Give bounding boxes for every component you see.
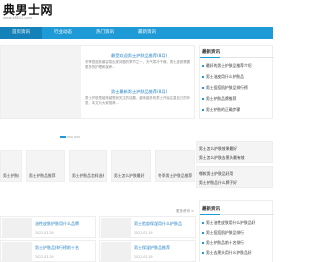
- main-nav: 首页资讯 行业动态 热门资讯 最新资讯: [0, 27, 273, 39]
- featured-text-1: 冬季是皮肤最容易出现问题的季节之一，天气寒冷干燥，男士皮肤需要更多的护理和保养.…: [85, 60, 191, 69]
- list-thumbnail: [2, 242, 32, 262]
- slider-dot[interactable]: [60, 136, 66, 138]
- sidebar-strip[interactable]: 男士怎么护肤效果最好 男士怎么护肤去黑头最有效: [196, 141, 273, 163]
- list-thumbnail: [101, 242, 131, 262]
- list-item-title[interactable]: 男士护肤品排行榜前十名: [35, 245, 95, 251]
- grid-item-label: 男士护肤品怎样选择: [72, 173, 104, 178]
- grid-item-label: 男士护肤品推荐: [29, 173, 56, 178]
- list-thumbnail: [101, 218, 131, 238]
- sidebar-link[interactable]: 男士痘痘肌护肤品排行: [202, 230, 272, 236]
- nav-item-industry[interactable]: 行业动态: [42, 27, 84, 39]
- featured-title-1[interactable]: 最受欢迎男士护肤品推荐(8月): [111, 53, 167, 59]
- strip-link[interactable]: 男士怎么护肤去黑头最有效: [199, 155, 273, 161]
- bullet-icon: [202, 87, 204, 89]
- list-thumbnail: [2, 218, 32, 238]
- sidebar-link[interactable]: 男士油皮用什么护肤品: [202, 74, 272, 80]
- sidebar-strip[interactable]: 哪款男士护肤品好用 男士护肤品什么牌子好: [196, 166, 273, 188]
- featured-image: [1, 46, 81, 118]
- sidebar-divider: [200, 214, 274, 215]
- list-item-title[interactable]: 油性皮肤护肤用什么品牌: [35, 221, 95, 227]
- strip-link[interactable]: 男士护肤品什么牌子好: [199, 180, 273, 186]
- list-item-title[interactable]: 男士保湿护肤品推荐: [134, 245, 195, 251]
- strip-link[interactable]: 哪款男士护肤品好用: [199, 171, 273, 177]
- sidebar-recent-box: 最新资讯 男士油性皮肤用什么护肤品好 男士痘痘肌护肤品排行 男士护肤品前十名排行…: [199, 200, 274, 262]
- article-grid: 男士护肤的必备步骤 男士护肤品推荐 男士护肤品怎样选择 男士怎么护肤最好 冬季男…: [0, 150, 196, 182]
- sidebar-latest-box: 最新资讯 最好的男士护肤品推荐介绍 男士油皮用什么护肤品 男士痘痘肌护肤品排行榜…: [199, 45, 274, 119]
- list-item-date: 2022-03-29: [134, 255, 153, 259]
- bullet-icon: [202, 65, 204, 67]
- grid-item[interactable]: 男士护肤品推荐: [26, 150, 65, 182]
- grid-item-label: 冬季男士护肤品推荐: [158, 173, 192, 178]
- featured-title-2[interactable]: 男士最新男士护肤品推荐(8月): [111, 89, 167, 95]
- sidebar-link[interactable]: 男士护肤的正确步骤: [202, 107, 272, 113]
- sidebar-link[interactable]: 男士护肤品牌推荐: [202, 96, 272, 102]
- nav-item-home[interactable]: 首页资讯: [0, 27, 42, 39]
- grid-item[interactable]: 男士怎么护肤最好: [111, 150, 151, 182]
- bullet-icon: [202, 109, 204, 111]
- list-item[interactable]: 男士脸部保湿用什么护肤品 2022-03-29: [99, 216, 196, 238]
- more-link[interactable]: 更多资讯 >: [176, 209, 194, 214]
- grid-item[interactable]: 男士护肤品怎样选择: [69, 150, 107, 182]
- bullet-icon: [202, 222, 204, 224]
- site-url: www.x8912.com: [3, 16, 32, 20]
- list-item-date: 2022-03-29: [134, 231, 153, 235]
- slider-dot[interactable]: [74, 136, 80, 138]
- slider-dot[interactable]: [67, 136, 73, 138]
- sidebar-link[interactable]: 男士去黑头用什么护肤品好: [202, 250, 272, 256]
- sidebar-link[interactable]: 男士护肤品前十名排行: [202, 240, 272, 246]
- sidebar-link[interactable]: 最好的男士护肤品推荐介绍: [202, 63, 272, 69]
- grid-item-label: 男士怎么护肤最好: [114, 173, 145, 178]
- list-item-date: 2022-03-29: [35, 231, 54, 235]
- strip-link[interactable]: 男士怎么护肤效果最好: [199, 146, 273, 152]
- bullet-icon: [202, 98, 204, 100]
- sidebar-heading: 最新资讯: [202, 207, 220, 212]
- grid-item[interactable]: 冬季男士护肤品推荐: [155, 150, 195, 182]
- sidebar-heading: 最新资讯: [202, 50, 220, 55]
- list-item[interactable]: 油性皮肤护肤用什么品牌 2022-03-29: [0, 216, 96, 238]
- list-item[interactable]: 男士护肤品排行榜前十名 2022-03-29: [0, 240, 96, 262]
- grid-item[interactable]: 男士护肤的必备步骤: [0, 150, 22, 182]
- list-item[interactable]: 男士保湿护肤品推荐 2022-03-29: [99, 240, 196, 262]
- grid-item-label: 男士护肤的必备步骤: [3, 173, 19, 178]
- bullet-icon: [202, 232, 204, 234]
- featured-text-2: 男士护肤是越来越受到关注的话题，越来越多的男士开始注重自己的外表，本文为大家推荐…: [85, 96, 191, 105]
- nav-item-latest[interactable]: 最新资讯: [126, 27, 168, 39]
- featured-slider[interactable]: 最受欢迎男士护肤品推荐(8月) 冬季是皮肤最容易出现问题的季节之一，天气寒冷干燥…: [0, 45, 195, 119]
- sidebar-link[interactable]: 男士痘痘肌护肤品排行榜: [202, 85, 272, 91]
- bullet-icon: [202, 76, 204, 78]
- bullet-icon: [202, 242, 204, 244]
- slider-indicator: [60, 123, 81, 142]
- sidebar-link[interactable]: 男士油性皮肤用什么护肤品好: [202, 220, 272, 226]
- list-item-date: 2022-03-29: [35, 255, 54, 259]
- nav-item-hot[interactable]: 热门资讯: [84, 27, 126, 39]
- list-item-title[interactable]: 男士脸部保湿用什么护肤品: [134, 221, 195, 227]
- sidebar-divider: [200, 57, 274, 58]
- site-header: 典男士网 www.x8912.com: [0, 0, 273, 27]
- bullet-icon: [202, 252, 204, 254]
